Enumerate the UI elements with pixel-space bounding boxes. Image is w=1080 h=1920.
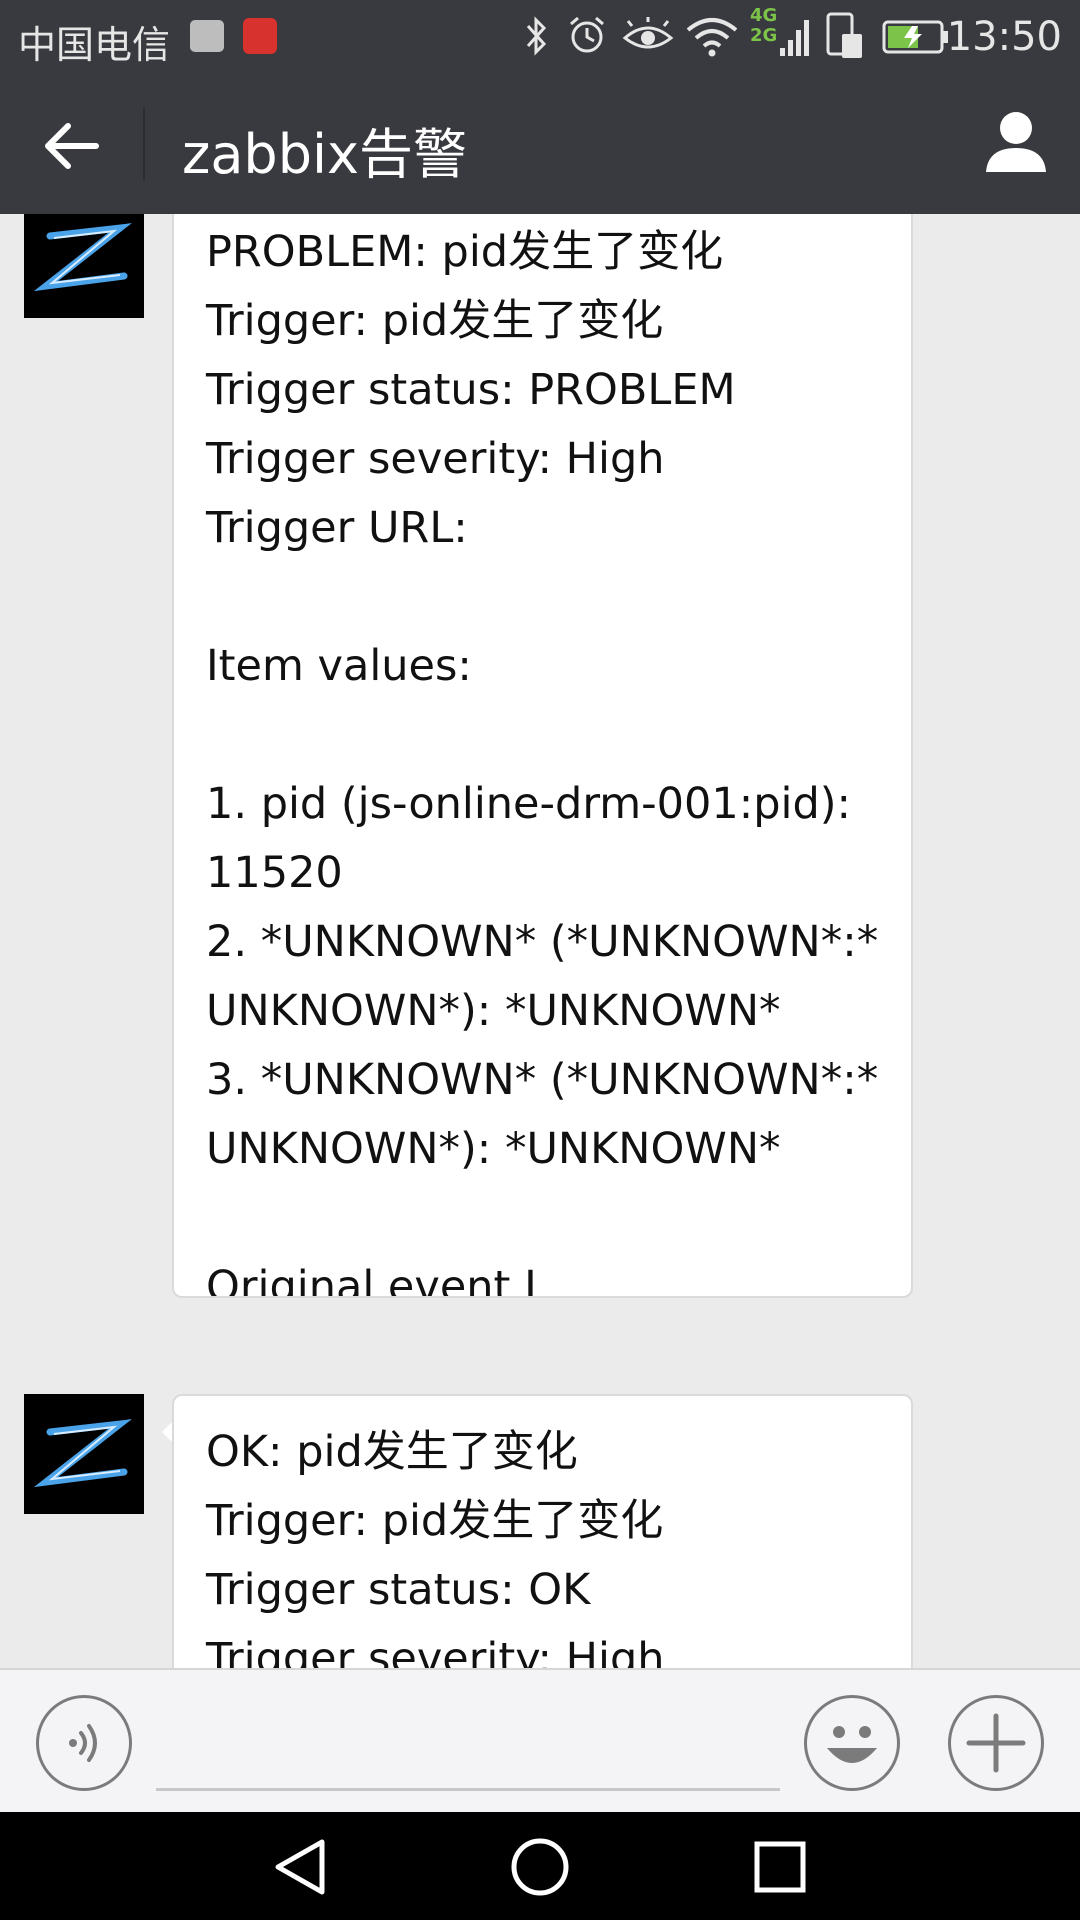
message-line: Trigger: pid发生了变化: [206, 1496, 664, 1546]
sender-avatar[interactable]: [24, 214, 144, 318]
mail-notification-icon: [190, 20, 224, 52]
plus-icon: [966, 1713, 1026, 1773]
nav-recents-icon[interactable]: [745, 1832, 815, 1902]
message-input[interactable]: [156, 1788, 780, 1791]
message-line: PROBLEM: pid发生了变化: [206, 227, 724, 277]
carrier-label: 中国电信: [18, 23, 171, 67]
message-line: [206, 563, 879, 632]
message-line: Trigger status: PROBLEM: [206, 365, 736, 415]
sim-icon: [826, 12, 862, 58]
message-line: Trigger status: OK: [206, 1565, 591, 1615]
emoji-button[interactable]: [804, 1695, 900, 1791]
clock-label: 13:50: [946, 14, 1062, 60]
zabbix-avatar-icon: [24, 214, 144, 318]
nav-home-icon[interactable]: [505, 1832, 575, 1902]
message-bubble[interactable]: OK: pid发生了变化 Trigger: pid发生了变化 Trigger s…: [172, 1394, 913, 1668]
chat-info-button[interactable]: [976, 102, 1056, 182]
alarm-icon: [570, 16, 604, 53]
message-line: Trigger URL:: [206, 503, 468, 553]
message-line: Original event I: [206, 1262, 537, 1298]
person-icon: [986, 112, 1046, 172]
nav-back-icon[interactable]: [266, 1832, 336, 1902]
back-button[interactable]: [30, 104, 114, 188]
network-2g-label: 2G: [750, 25, 778, 46]
message-line: [206, 701, 879, 770]
eye-icon: [622, 17, 674, 49]
message-line: Trigger severity: High: [206, 1634, 665, 1668]
arrow-left-icon: [45, 123, 99, 169]
zabbix-avatar-icon: [24, 1394, 144, 1514]
message-line: UNKNOWN*): *UNKNOWN*: [206, 1124, 781, 1174]
bluetooth-icon: [526, 16, 547, 56]
battery-charging-icon: [882, 20, 948, 54]
title-bar: zabbix告警: [0, 72, 1080, 214]
smiley-icon: [827, 1726, 877, 1763]
message-line: 2. *UNKNOWN* (*UNKNOWN*:*: [206, 917, 879, 967]
message-line: [206, 1184, 879, 1253]
network-type-label: 4G 2G: [750, 6, 777, 46]
message-line: UNKNOWN*): *UNKNOWN*: [206, 986, 781, 1036]
wifi-icon: [686, 18, 738, 57]
signal-icon: [780, 20, 809, 56]
input-bar: [0, 1668, 1080, 1812]
network-4g-label: 4G: [750, 5, 778, 26]
message-line: 11520: [206, 848, 343, 898]
message-line: 1. pid (js-online-drm-001:pid):: [206, 779, 851, 829]
page-title: zabbix告警: [182, 123, 467, 186]
message-list[interactable]: PROBLEM: pid发生了变化 Trigger: pid发生了变化 Trig…: [0, 214, 1080, 1668]
system-navigation-bar: [0, 1812, 1080, 1920]
message-line: OK: pid发生了变化: [206, 1427, 578, 1477]
status-bar: 中国电信 4G 2G 13:50: [0, 0, 1080, 72]
voice-input-button[interactable]: [36, 1695, 132, 1791]
message-line: Trigger severity: High: [206, 434, 665, 484]
message-line: Item values:: [206, 641, 472, 691]
voice-icon: [69, 1724, 97, 1762]
message-line: 3. *UNKNOWN* (*UNKNOWN*:*: [206, 1055, 879, 1105]
title-divider: [143, 108, 145, 180]
more-functions-button[interactable]: [948, 1695, 1044, 1791]
sender-avatar[interactable]: [24, 1394, 144, 1514]
message-line: Trigger: pid发生了变化: [206, 296, 664, 346]
jd-app-icon: [243, 18, 277, 54]
message-bubble[interactable]: PROBLEM: pid发生了变化 Trigger: pid发生了变化 Trig…: [172, 214, 913, 1298]
